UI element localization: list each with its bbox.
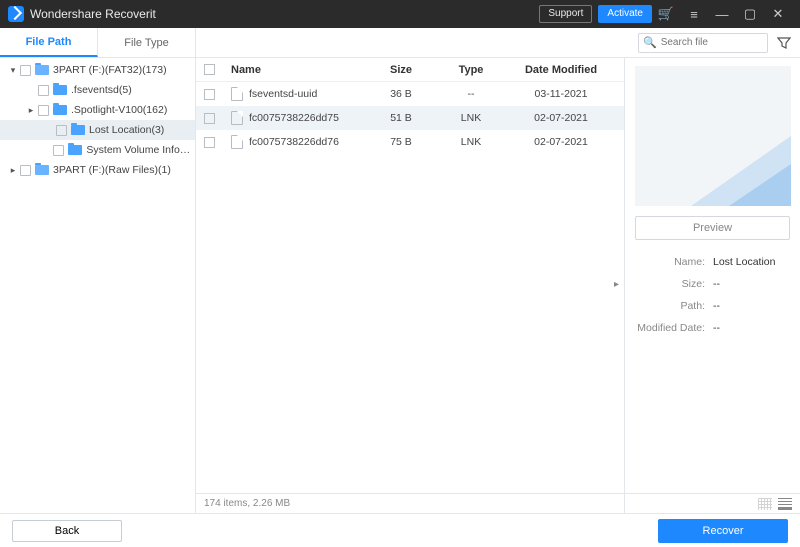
back-button[interactable]: Back (12, 520, 122, 542)
cell-name: fseventsd-uuid (249, 88, 317, 100)
cell-type: LNK (436, 112, 506, 124)
col-name[interactable]: Name (231, 64, 366, 76)
close-icon[interactable]: ✕ (764, 6, 792, 22)
file-icon (231, 87, 243, 101)
checkbox[interactable] (204, 137, 215, 148)
maximize-icon[interactable]: ▢ (736, 6, 764, 22)
meta-val-name: Lost Location (713, 256, 790, 268)
tree-item-fseventsd[interactable]: ▸ .fseventsd(5) (0, 80, 195, 100)
chevron-right-icon[interactable]: ▸ (26, 105, 36, 116)
checkbox[interactable] (38, 105, 49, 116)
tree-root-3part-raw[interactable]: ▸ 3PART (F:)(Raw Files)(1) (0, 160, 195, 180)
main-area: ▾ 3PART (F:)(FAT32)(173) ▸ .fseventsd(5)… (0, 58, 800, 513)
tree-label: 3PART (F:)(Raw Files)(1) (53, 164, 171, 176)
tree-label: System Volume Information(2) (86, 144, 191, 156)
file-table: Name Size Type Date Modified fseventsd-u… (196, 58, 624, 513)
folder-icon (71, 125, 85, 135)
meta-key-size: Size: (635, 278, 713, 290)
tree-label: Lost Location(3) (89, 124, 164, 136)
disk-icon (35, 165, 49, 175)
col-size[interactable]: Size (366, 64, 436, 76)
tab-file-path[interactable]: File Path (0, 28, 98, 57)
select-all-checkbox[interactable] (204, 64, 215, 75)
cell-type: LNK (436, 136, 506, 148)
status-bar: 174 items, 2.26 MB (196, 493, 800, 513)
grid-view-icon[interactable] (758, 498, 772, 510)
tab-file-type[interactable]: File Type (98, 28, 196, 57)
table-row[interactable]: fc0075738226dd76 75 B LNK 02-07-2021 (196, 130, 624, 154)
recover-button[interactable]: Recover (658, 519, 788, 543)
disk-icon (35, 65, 49, 75)
checkbox[interactable] (38, 85, 49, 96)
cell-size: 36 B (366, 88, 436, 100)
meta-val-path: -- (713, 300, 790, 312)
checkbox[interactable] (56, 125, 67, 136)
meta-key-path: Path: (635, 300, 713, 312)
tree-label: 3PART (F:)(FAT32)(173) (53, 64, 167, 76)
table-row[interactable]: fseventsd-uuid 36 B -- 03-11-2021 (196, 82, 624, 106)
cell-name: fc0075738226dd76 (249, 136, 339, 148)
file-icon (231, 135, 243, 149)
folder-icon (53, 85, 67, 95)
meta-val-date: -- (713, 322, 790, 334)
checkbox[interactable] (20, 165, 31, 176)
table-header: Name Size Type Date Modified (196, 58, 624, 82)
search-icon: 🔍 (643, 36, 657, 49)
tree-root-3part-fat32[interactable]: ▾ 3PART (F:)(FAT32)(173) (0, 60, 195, 80)
meta-key-name: Name: (635, 256, 713, 268)
tree-label: .fseventsd(5) (71, 84, 132, 96)
filter-icon[interactable] (776, 35, 792, 51)
chevron-down-icon[interactable]: ▾ (8, 65, 18, 76)
folder-icon (68, 145, 82, 155)
cell-name: fc0075738226dd75 (249, 112, 339, 124)
cell-date: 02-07-2021 (506, 136, 616, 148)
footer: Back Recover (0, 513, 800, 547)
app-logo-icon (8, 6, 24, 22)
activate-button[interactable]: Activate (598, 5, 652, 23)
cell-size: 75 B (366, 136, 436, 148)
app-title: Wondershare Recoverit (30, 7, 156, 21)
file-icon (231, 111, 243, 125)
table-row[interactable]: fc0075738226dd75 51 B LNK 02-07-2021 (196, 106, 624, 130)
cell-date: 02-07-2021 (506, 112, 616, 124)
checkbox[interactable] (204, 89, 215, 100)
preview-metadata: Name:Lost Location Size:-- Path:-- Modif… (635, 256, 790, 334)
checkbox[interactable] (53, 145, 64, 156)
chevron-right-icon[interactable]: ▸ (8, 165, 18, 176)
col-type[interactable]: Type (436, 64, 506, 76)
checkbox[interactable] (204, 113, 215, 124)
search-box[interactable]: 🔍 (638, 33, 768, 53)
tree-label: .Spotlight-V100(162) (71, 104, 167, 116)
folder-icon (53, 105, 67, 115)
meta-val-size: -- (713, 278, 790, 290)
panel-collapse-handle[interactable]: ▸ (614, 270, 622, 298)
titlebar: Wondershare Recoverit Support Activate 🛒… (0, 0, 800, 28)
tree-item-svi[interactable]: ▸ System Volume Information(2) (0, 140, 195, 160)
list-view-icon[interactable] (778, 498, 792, 510)
menu-icon[interactable]: ≡ (680, 7, 708, 22)
cell-date: 03-11-2021 (506, 88, 616, 100)
preview-thumbnail (635, 66, 791, 206)
sidebar: ▾ 3PART (F:)(FAT32)(173) ▸ .fseventsd(5)… (0, 58, 196, 513)
cart-icon[interactable]: 🛒 (652, 6, 680, 22)
status-text: 174 items, 2.26 MB (204, 498, 290, 509)
tree-item-lost-location[interactable]: ▸ Lost Location(3) (0, 120, 195, 140)
support-button[interactable]: Support (539, 5, 592, 23)
preview-panel: Preview Name:Lost Location Size:-- Path:… (624, 58, 800, 513)
tabs-row: File Path File Type 🔍 (0, 28, 800, 58)
cell-type: -- (436, 88, 506, 100)
search-input[interactable] (661, 37, 763, 48)
meta-key-date: Modified Date: (635, 322, 713, 334)
col-date[interactable]: Date Modified (506, 64, 616, 76)
minimize-icon[interactable]: — (708, 7, 736, 22)
preview-button[interactable]: Preview (635, 216, 790, 240)
tree-item-spotlight[interactable]: ▸ .Spotlight-V100(162) (0, 100, 195, 120)
cell-size: 51 B (366, 112, 436, 124)
checkbox[interactable] (20, 65, 31, 76)
